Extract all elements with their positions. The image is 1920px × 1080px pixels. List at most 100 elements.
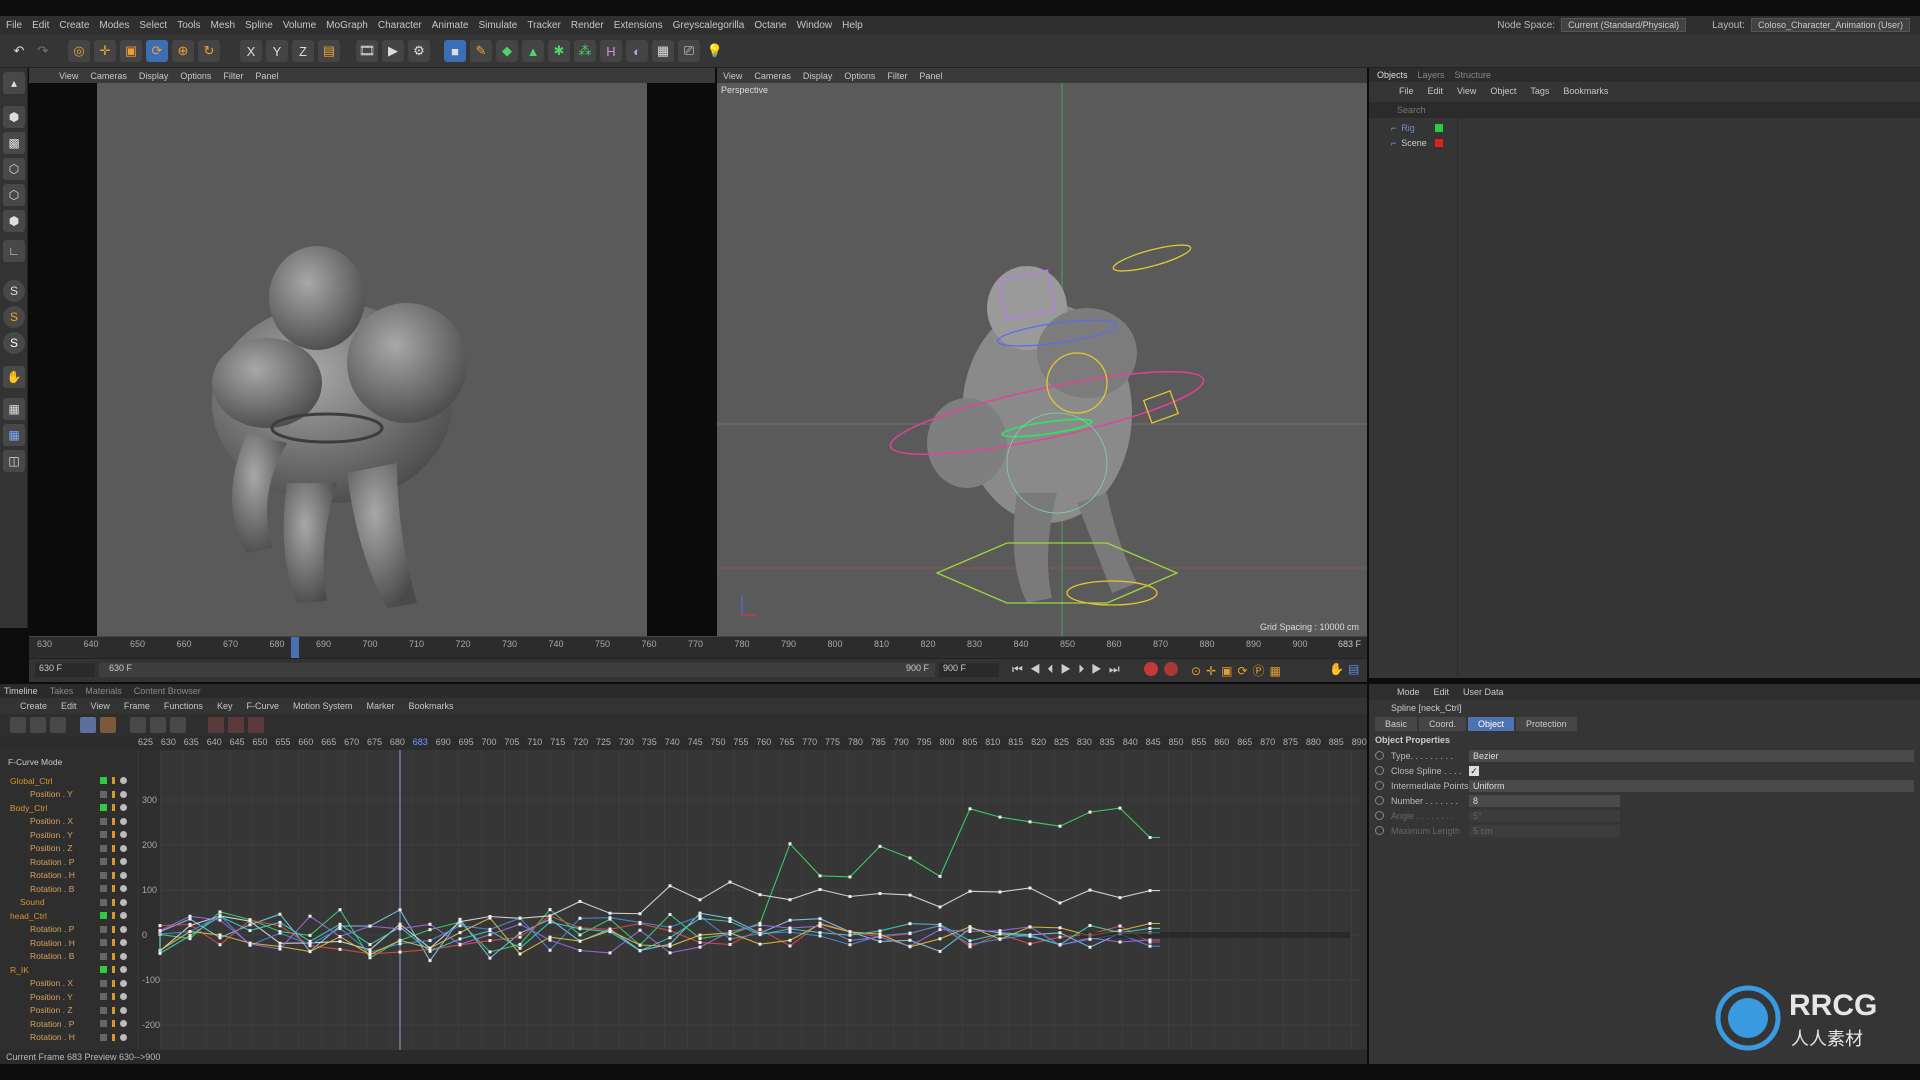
tab-timeline[interactable]: Timeline: [4, 686, 38, 696]
track-color-swatch[interactable]: [100, 1020, 107, 1028]
render-settings-icon[interactable]: ⚙: [408, 40, 430, 62]
end-frame-field[interactable]: 900 F: [939, 663, 999, 677]
animate-toggle-icon[interactable]: [1375, 766, 1384, 775]
motion-mode-icon[interactable]: [50, 717, 66, 733]
layout-dropdown[interactable]: Coloso_Character_Animation (User): [1750, 18, 1910, 32]
track-solo-icon[interactable]: [120, 871, 127, 879]
track-lock-icon[interactable]: [112, 979, 115, 987]
timeline-toggle-icons[interactable]: ✋▤: [1329, 662, 1363, 676]
menu-animate[interactable]: Animate: [432, 20, 469, 31]
track-solo-icon[interactable]: [120, 939, 127, 947]
timeline-menu-frame[interactable]: Frame: [124, 701, 150, 711]
track-color-swatch[interactable]: [100, 858, 107, 866]
menu-mesh[interactable]: Mesh: [211, 20, 235, 31]
object-row[interactable]: ⌐ Scene: [1369, 135, 1920, 150]
viewport-camera[interactable]: View Cameras Display Options Filter Pane…: [29, 68, 715, 636]
track-color-swatch[interactable]: [100, 1033, 107, 1041]
track-lock-icon[interactable]: [112, 871, 115, 879]
track-color-swatch[interactable]: [100, 912, 107, 920]
track-lock-icon[interactable]: [112, 885, 115, 893]
scale-icon[interactable]: ▣: [120, 40, 142, 62]
track-lock-icon[interactable]: [112, 858, 115, 866]
track-color-swatch[interactable]: [100, 844, 107, 852]
viewport-left-menu-options[interactable]: Options: [180, 71, 211, 81]
track-lock-icon[interactable]: [112, 898, 115, 906]
viewport-right-menu-view[interactable]: View: [723, 71, 742, 81]
render-region-icon[interactable]: 🎞: [356, 40, 378, 62]
track-solo-icon[interactable]: [120, 993, 127, 1001]
menu-spline[interactable]: Spline: [245, 20, 273, 31]
tab-structure[interactable]: Structure: [1455, 70, 1492, 80]
field-icon[interactable]: ◐: [626, 40, 648, 62]
current-frame-field[interactable]: 683 F: [1338, 639, 1361, 649]
menu-volume[interactable]: Volume: [283, 20, 316, 31]
track-lock-icon[interactable]: [112, 966, 115, 974]
start-frame-field[interactable]: 630 F: [35, 663, 95, 677]
track-row[interactable]: Rotation . H: [0, 869, 160, 883]
key-reduce-icon[interactable]: [248, 717, 264, 733]
recent-tool-icon[interactable]: ↻: [198, 40, 220, 62]
track-solo-icon[interactable]: [120, 898, 127, 906]
sculpt-icon[interactable]: ✋: [3, 366, 25, 388]
track-solo-icon[interactable]: [120, 844, 127, 852]
track-solo-icon[interactable]: [120, 777, 127, 785]
autokey-icon[interactable]: [1164, 662, 1178, 676]
track-row[interactable]: Rotation . P: [0, 1017, 160, 1031]
property-value[interactable]: 5 cm: [1469, 824, 1620, 837]
tab-materials[interactable]: Materials: [85, 686, 122, 696]
dopesheet-icon[interactable]: [10, 717, 26, 733]
track-color-swatch[interactable]: [100, 1006, 107, 1014]
attr-menu-edit[interactable]: Edit: [1434, 687, 1450, 697]
menu-help[interactable]: Help: [842, 20, 863, 31]
cube-icon[interactable]: ■: [444, 40, 466, 62]
floor-icon[interactable]: ▦: [652, 40, 674, 62]
live-selection-icon[interactable]: ◎: [68, 40, 90, 62]
track-color-swatch[interactable]: [100, 898, 107, 906]
menu-character[interactable]: Character: [378, 20, 422, 31]
points-mode-icon[interactable]: ⬡: [3, 158, 25, 180]
soft-selection-icon[interactable]: S: [3, 332, 25, 354]
timeline-menu-view[interactable]: View: [91, 701, 110, 711]
track-row[interactable]: Rotation . H: [0, 1031, 160, 1045]
menu-modes[interactable]: Modes: [99, 20, 129, 31]
track-row[interactable]: Rotation . P: [0, 923, 160, 937]
light-icon[interactable]: 💡: [704, 40, 726, 62]
viewport-left-menu-filter[interactable]: Filter: [223, 71, 243, 81]
attr-menu-user-data[interactable]: User Data: [1463, 687, 1504, 697]
z-axis-icon[interactable]: Z: [292, 40, 314, 62]
object-menu-bookmarks[interactable]: Bookmarks: [1563, 86, 1608, 96]
viewport-left-menu-display[interactable]: Display: [139, 71, 169, 81]
viewport-right-menu-display[interactable]: Display: [803, 71, 833, 81]
viewport-perspective[interactable]: View Cameras Display Options Filter Pane…: [717, 68, 1367, 636]
menu-file[interactable]: File: [6, 20, 22, 31]
fcurve-graph[interactable]: 300 200 100 0 -100 -200: [137, 750, 1360, 1050]
attr-tab-object[interactable]: Object: [1468, 717, 1515, 731]
texture-mode-icon[interactable]: ▩: [3, 132, 25, 154]
snap-icon[interactable]: S: [3, 280, 25, 302]
track-row[interactable]: Position . Y: [0, 788, 160, 802]
undo-icon[interactable]: ↶: [8, 40, 30, 62]
track-color-swatch[interactable]: [100, 804, 107, 812]
attr-menu-mode[interactable]: Mode: [1397, 687, 1420, 697]
transport-controls[interactable]: ⏮◀⏴▶⏵▶⏭: [1012, 662, 1127, 677]
track-color-swatch[interactable]: [100, 790, 107, 798]
object-layer-color[interactable]: [1435, 138, 1443, 147]
track-lock-icon[interactable]: [112, 939, 115, 947]
timeline-menu-bookmarks[interactable]: Bookmarks: [409, 701, 454, 711]
attr-tab-protection[interactable]: Protection: [1516, 717, 1577, 731]
ruler-current-frame-marker[interactable]: [291, 637, 299, 659]
edges-mode-icon[interactable]: ⬡: [3, 184, 25, 206]
key-color-icon[interactable]: [100, 717, 116, 733]
track-lock-icon[interactable]: [112, 912, 115, 920]
track-row[interactable]: Position . Y: [0, 828, 160, 842]
track-solo-icon[interactable]: [120, 1006, 127, 1014]
menu-octane[interactable]: Octane: [754, 20, 786, 31]
object-menu-object[interactable]: Object: [1490, 86, 1516, 96]
track-solo-icon[interactable]: [120, 925, 127, 933]
track-solo-icon[interactable]: [120, 1033, 127, 1041]
menu-select[interactable]: Select: [139, 20, 167, 31]
timeline-menu-edit[interactable]: Edit: [61, 701, 77, 711]
coordinate-system-icon[interactable]: ▤: [318, 40, 340, 62]
track-color-swatch[interactable]: [100, 993, 107, 1001]
object-menu-file[interactable]: File: [1399, 86, 1414, 96]
